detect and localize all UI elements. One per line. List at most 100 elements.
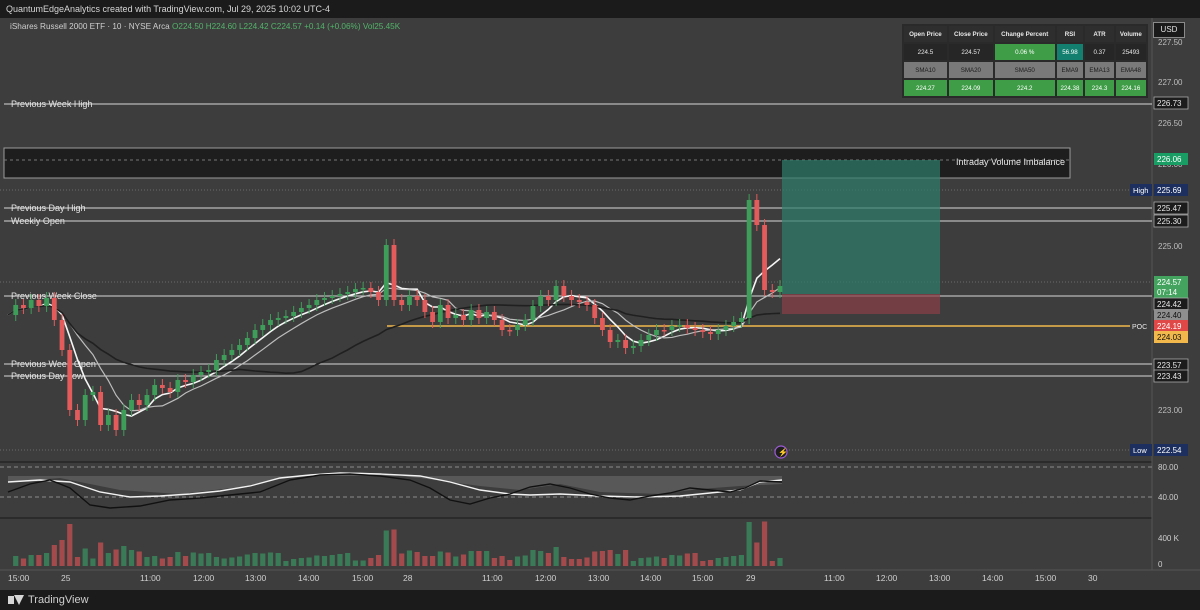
candle-body bbox=[777, 286, 783, 292]
candle-body bbox=[607, 330, 613, 342]
stats-value: 224.3 bbox=[1085, 80, 1114, 96]
volume-bar bbox=[51, 545, 57, 566]
tag-pdh-text: 225.47 bbox=[1157, 204, 1182, 213]
candle-body bbox=[36, 300, 42, 306]
prev-week-high-label: Previous Week High bbox=[11, 99, 92, 109]
weekly-open-label: Weekly Open bbox=[11, 216, 65, 226]
stats-header: EMA48 bbox=[1115, 62, 1146, 78]
volume-bar bbox=[553, 547, 559, 566]
volume-bar bbox=[538, 551, 544, 566]
candle-body bbox=[669, 326, 675, 330]
candle-body bbox=[661, 330, 667, 332]
volume-bar bbox=[769, 561, 775, 566]
time-axis[interactable]: 15:00 25 11:00 12:00 13:00 14:00 15:00 28 11:00 1… bbox=[0, 572, 1152, 588]
volume-bar bbox=[460, 554, 467, 566]
candle-body bbox=[731, 322, 737, 326]
candle-body bbox=[491, 312, 497, 320]
stats-header: Change Percent bbox=[994, 26, 1055, 42]
attribution-text: QuantumEdgeAnalytics created with Tradin… bbox=[6, 4, 331, 14]
volume-bar bbox=[321, 556, 328, 566]
ohlc-high: H224.60 bbox=[205, 22, 237, 31]
volume-bar bbox=[275, 553, 281, 566]
volume-bar bbox=[476, 551, 482, 566]
candle-body bbox=[291, 312, 297, 316]
ohlc-low: L224.42 bbox=[238, 22, 269, 31]
tradingview-brand[interactable]: TradingView bbox=[8, 593, 89, 607]
volume-bar bbox=[44, 553, 50, 566]
volume-bar bbox=[684, 553, 690, 566]
volume-bar bbox=[82, 548, 88, 566]
lightning-icon: ⚡ bbox=[778, 447, 788, 457]
stats-header: EMA9 bbox=[1056, 62, 1084, 78]
candle-body bbox=[422, 300, 428, 312]
candle-body bbox=[44, 298, 49, 306]
volume-bar bbox=[298, 558, 304, 566]
candle-body bbox=[160, 385, 165, 388]
time-tick-label: 13:00 bbox=[929, 573, 951, 583]
currency-button[interactable]: USD bbox=[1153, 22, 1185, 38]
time-tick-label: 14:00 bbox=[298, 573, 320, 583]
target-zone[interactable] bbox=[782, 160, 940, 294]
volume-bar bbox=[399, 553, 405, 566]
volume-bar bbox=[592, 551, 598, 566]
volume-bar bbox=[669, 555, 675, 566]
volume-bar bbox=[491, 558, 497, 566]
candle-body bbox=[67, 350, 73, 410]
volume-bar bbox=[422, 556, 428, 566]
volume-bar bbox=[738, 555, 744, 566]
volume-bar bbox=[599, 551, 606, 566]
candle-body bbox=[244, 338, 250, 345]
tag-p2-text: 224.40 bbox=[1157, 311, 1182, 320]
volume-bar bbox=[707, 560, 714, 566]
volume-bar bbox=[67, 524, 73, 566]
volume-bar bbox=[584, 557, 590, 566]
stop-zone[interactable] bbox=[782, 294, 940, 314]
high-tag-text: High bbox=[1133, 186, 1148, 195]
candle-body bbox=[700, 330, 706, 332]
stats-header: RSI bbox=[1056, 26, 1084, 42]
candle-body bbox=[453, 315, 459, 318]
candle-body bbox=[268, 320, 273, 325]
volume-bar bbox=[406, 550, 413, 566]
volume-bar bbox=[723, 557, 729, 566]
candle-body bbox=[214, 360, 219, 370]
candle-body bbox=[430, 312, 435, 322]
volume-bar bbox=[568, 559, 575, 566]
footer-bar: TradingView bbox=[0, 590, 1200, 610]
imbalance-label: Intraday Volume Imbalance bbox=[956, 157, 1065, 167]
candle-body bbox=[206, 370, 212, 372]
candle-body bbox=[507, 330, 513, 332]
tradingview-wordmark: TradingView bbox=[28, 594, 89, 606]
volume-bar bbox=[715, 558, 721, 566]
volume-bar bbox=[59, 540, 65, 566]
candle-body bbox=[546, 296, 551, 300]
candle-body bbox=[322, 298, 327, 300]
volume-bar bbox=[213, 557, 220, 566]
candle-body bbox=[569, 296, 574, 300]
volume-bar bbox=[646, 557, 652, 566]
time-tick-label: 11:00 bbox=[140, 573, 161, 583]
volume-bar bbox=[368, 558, 374, 566]
time-tick-label: 15:00 bbox=[352, 573, 374, 583]
volume-bar bbox=[306, 557, 312, 566]
candle-body bbox=[584, 302, 590, 305]
volume-bar bbox=[661, 558, 667, 566]
rsi-axis-40: 40.00 bbox=[1158, 493, 1179, 502]
candle-body bbox=[553, 286, 559, 300]
stats-header: SMA10 bbox=[904, 62, 947, 78]
stats-value: 224.27 bbox=[904, 80, 947, 96]
candle-body bbox=[360, 288, 366, 290]
volume-bar bbox=[777, 558, 783, 566]
candle-body bbox=[175, 380, 181, 392]
stats-table: Open Price Close Price Change Percent RS… bbox=[902, 24, 1148, 98]
candle-body bbox=[407, 296, 412, 305]
volume-bar bbox=[761, 521, 768, 566]
symbol-name[interactable]: iShares Russell 2000 ETF · 10 · NYSE Arc… bbox=[10, 22, 170, 31]
tag-wo-text: 225.30 bbox=[1157, 217, 1182, 226]
candle-body bbox=[98, 392, 104, 425]
stats-value: 224.57 bbox=[948, 44, 993, 60]
volume-bar bbox=[128, 550, 135, 566]
candle-body bbox=[723, 326, 729, 330]
chart-canvas[interactable]: Intraday Volume Imbalance POC Previous W… bbox=[0, 18, 1200, 590]
volume-bar bbox=[159, 558, 165, 566]
